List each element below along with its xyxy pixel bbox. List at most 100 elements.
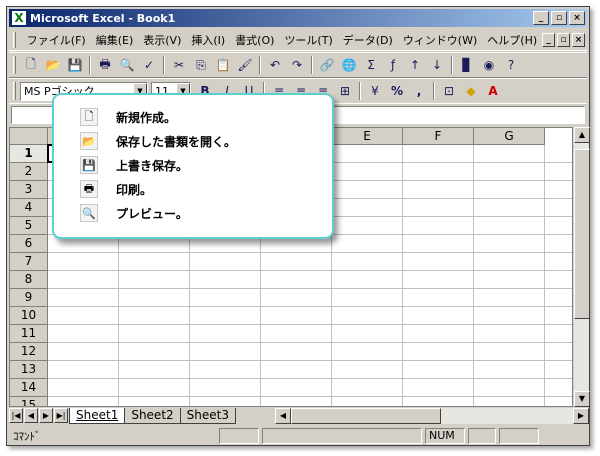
chart-wizard-icon[interactable]: ▊: [456, 54, 478, 76]
next-sheet-icon[interactable]: ▶: [39, 408, 53, 423]
vertical-scrollbar[interactable]: ▲ ▼: [573, 127, 590, 407]
print-preview-icon[interactable]: 🔍: [116, 54, 138, 76]
toolbar-grip[interactable]: [13, 56, 16, 74]
web-icon[interactable]: 🌐: [338, 54, 360, 76]
menu-view[interactable]: 表示(V): [138, 32, 186, 48]
horizontal-scroll-thumb[interactable]: [290, 407, 441, 424]
callout-label: 新規作成。: [116, 110, 177, 125]
row-header[interactable]: 2: [10, 163, 48, 181]
doc-restore-button[interactable]: ▫: [557, 32, 571, 47]
last-sheet-icon[interactable]: ▶|: [54, 408, 68, 423]
borders-icon[interactable]: ⊡: [438, 80, 460, 102]
printer-icon[interactable]: 🖶: [94, 54, 116, 76]
fill-color-icon[interactable]: ◆: [460, 80, 482, 102]
menu-help[interactable]: ヘルプ(H): [482, 32, 542, 48]
format-painter-icon[interactable]: 🖌: [234, 54, 256, 76]
scroll-up-icon[interactable]: ▲: [574, 127, 590, 143]
row-header[interactable]: 5: [10, 217, 48, 235]
sheet-tab-2[interactable]: Sheet2: [124, 407, 181, 424]
close-button[interactable]: ×: [569, 11, 585, 25]
save-disk-icon[interactable]: 💾: [64, 54, 86, 76]
doc-minimize-button[interactable]: _: [542, 32, 556, 47]
row-header[interactable]: 3: [10, 181, 48, 199]
sort-descending-icon[interactable]: ↓: [426, 54, 448, 76]
function-icon[interactable]: ƒ: [382, 54, 404, 76]
row-header[interactable]: 4: [10, 199, 48, 217]
open-folder-icon[interactable]: 📂: [42, 54, 64, 76]
status-bar: ｺﾏﾝﾄﾞ NUM: [9, 427, 589, 445]
open-folder-icon: 📂: [80, 132, 98, 150]
restore-button[interactable]: ▫: [551, 11, 567, 25]
print-preview-icon: 🔍: [80, 204, 98, 222]
callout-label: 上書き保存。: [116, 158, 189, 173]
font-color-icon[interactable]: A: [482, 80, 504, 102]
status-panel-blank: [219, 428, 259, 444]
column-header-f[interactable]: F: [403, 128, 474, 145]
sheet-tab-bar: |◀ ◀ ▶ ▶| Sheet1 Sheet2 Sheet3 ◀ ▶: [9, 407, 589, 424]
sheet-tab-3[interactable]: Sheet3: [179, 407, 236, 424]
callout-item: 🖶 印刷。: [80, 179, 152, 199]
column-header-g[interactable]: G: [474, 128, 545, 145]
sheet-tab-1[interactable]: Sheet1: [69, 407, 126, 424]
menu-edit[interactable]: 編集(E): [91, 32, 139, 48]
row-header[interactable]: 12: [10, 343, 48, 361]
doc-close-button[interactable]: ×: [572, 32, 585, 47]
callout-item: 💾 上書き保存。: [80, 155, 188, 175]
row-header[interactable]: 13: [10, 361, 48, 379]
horizontal-scrollbar[interactable]: ◀ ▶: [274, 407, 589, 424]
percent-icon[interactable]: %: [386, 80, 408, 102]
menubar-grip[interactable]: [13, 31, 16, 48]
autosum-icon[interactable]: Σ: [360, 54, 382, 76]
format-toolbar-grip[interactable]: [13, 82, 16, 100]
menu-tools[interactable]: ツール(T): [279, 32, 337, 48]
window-title: Microsoft Excel - Book1: [30, 11, 176, 25]
new-document-icon[interactable]: 🗋: [20, 54, 42, 76]
status-mode: ｺﾏﾝﾄﾞ: [13, 430, 41, 443]
scroll-right-icon[interactable]: ▶: [573, 407, 589, 424]
row-header[interactable]: 10: [10, 307, 48, 325]
scroll-left-icon[interactable]: ◀: [274, 407, 291, 424]
spelling-icon[interactable]: ✓: [138, 54, 160, 76]
row-header[interactable]: 8: [10, 271, 48, 289]
row-header[interactable]: 14: [10, 379, 48, 397]
column-header-e[interactable]: E: [332, 128, 403, 145]
callout-item: 📂 保存した書類を開く。: [80, 131, 236, 151]
scroll-down-icon[interactable]: ▼: [574, 391, 590, 407]
row-header[interactable]: 15: [10, 397, 48, 406]
paste-icon[interactable]: 📋: [212, 54, 234, 76]
menu-window[interactable]: ウィンドウ(W): [398, 32, 482, 48]
map-icon[interactable]: ◉: [478, 54, 500, 76]
help-assistant-icon[interactable]: ?: [500, 54, 522, 76]
menu-data[interactable]: データ(D): [338, 32, 398, 48]
vertical-scroll-thumb[interactable]: [574, 149, 590, 319]
new-document-icon: 🗋: [80, 108, 98, 126]
first-sheet-icon[interactable]: |◀: [9, 408, 23, 423]
select-all-corner[interactable]: [10, 128, 48, 145]
undo-icon[interactable]: ↶: [264, 54, 286, 76]
row-header[interactable]: 7: [10, 253, 48, 271]
status-num: NUM: [425, 428, 465, 444]
status-panel-blank: [262, 428, 422, 444]
hyperlink-icon[interactable]: 🔗: [316, 54, 338, 76]
toolbar-callout: 🗋 新規作成。 📂 保存した書類を開く。 💾 上書き保存。 🖶 印刷。 🔍 プレ…: [52, 93, 334, 239]
printer-icon: 🖶: [80, 180, 98, 198]
row-headers: 1 2 3 4 5 6 7 8 9 10 11 12 13 14 15: [10, 145, 48, 406]
status-panel-blank: [499, 428, 539, 444]
save-disk-icon: 💾: [80, 156, 98, 174]
copy-icon[interactable]: ⎘: [190, 54, 212, 76]
prev-sheet-icon[interactable]: ◀: [24, 408, 38, 423]
row-header[interactable]: 11: [10, 325, 48, 343]
currency-icon[interactable]: ¥: [364, 80, 386, 102]
minimize-button[interactable]: _: [533, 11, 549, 25]
menu-insert[interactable]: 挿入(I): [186, 32, 230, 48]
cut-icon[interactable]: ✂: [168, 54, 190, 76]
row-header[interactable]: 9: [10, 289, 48, 307]
comma-style-icon[interactable]: ,: [408, 80, 430, 102]
redo-icon[interactable]: ↷: [286, 54, 308, 76]
row-header[interactable]: 1: [10, 145, 48, 163]
merge-center-icon[interactable]: ⊞: [334, 80, 356, 102]
menu-format[interactable]: 書式(O): [230, 32, 279, 48]
row-header[interactable]: 6: [10, 235, 48, 253]
menu-file[interactable]: ファイル(F): [22, 32, 91, 48]
sort-ascending-icon[interactable]: ↑: [404, 54, 426, 76]
